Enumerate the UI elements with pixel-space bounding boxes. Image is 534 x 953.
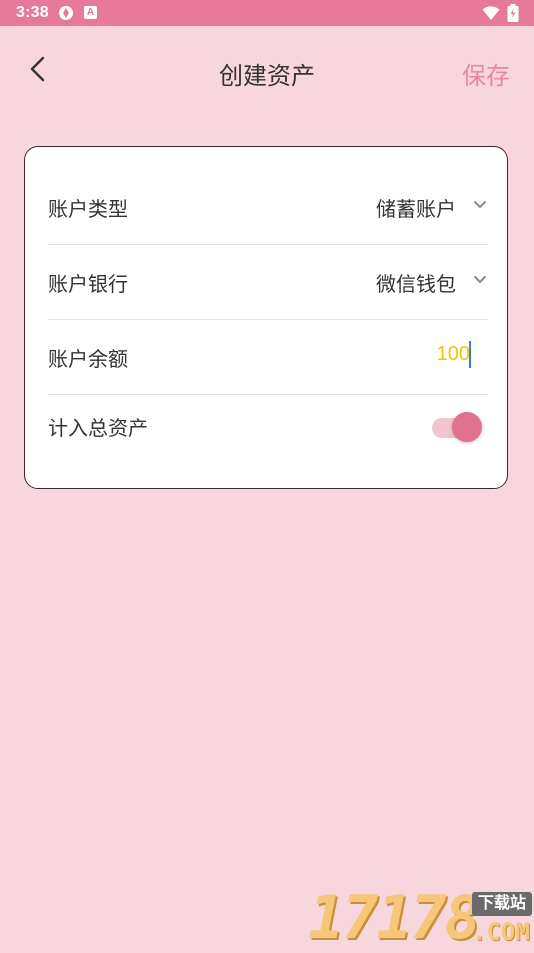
- account-balance-label: 账户余额: [48, 349, 128, 371]
- account-bank-row[interactable]: 账户银行 微信钱包: [48, 244, 488, 320]
- save-button[interactable]: 保存: [462, 56, 510, 91]
- account-bank-label: 账户银行: [48, 274, 128, 296]
- watermark-badge: 下载站: [472, 892, 533, 916]
- toggle-thumb: [452, 412, 482, 442]
- battery-icon: [507, 4, 519, 22]
- asset-form-card: 账户类型 储蓄账户 账户银行 微信钱包 账户余额 100 计入总资产: [24, 146, 508, 489]
- app-a-icon: A: [84, 6, 97, 19]
- balance-input[interactable]: 100: [437, 343, 470, 366]
- watermark-logo: 17178 下载站 .COM: [308, 886, 534, 950]
- status-bar: 3:38 A: [0, 0, 534, 26]
- include-total-toggle[interactable]: [432, 412, 482, 444]
- text-cursor: [469, 341, 471, 368]
- account-balance-row: 账户余额 100: [48, 319, 488, 395]
- account-type-label: 账户类型: [48, 199, 128, 221]
- account-bank-select[interactable]: 微信钱包: [376, 268, 456, 297]
- account-type-select[interactable]: 储蓄账户: [376, 193, 456, 222]
- app-notification-icon: [59, 6, 73, 20]
- watermark-digits: 17178: [308, 883, 481, 953]
- header: 创建资产 保存: [0, 26, 534, 116]
- account-type-row[interactable]: 账户类型 储蓄账户: [48, 169, 488, 245]
- status-time: 3:38: [16, 4, 49, 21]
- page-title: 创建资产: [219, 63, 315, 90]
- chevron-down-icon[interactable]: [472, 274, 488, 286]
- watermark-domain: .COM: [472, 918, 530, 946]
- include-total-row: 计入总资产: [48, 394, 488, 474]
- include-total-label: 计入总资产: [48, 418, 148, 440]
- chevron-down-icon[interactable]: [472, 199, 488, 211]
- wifi-icon: [482, 6, 500, 20]
